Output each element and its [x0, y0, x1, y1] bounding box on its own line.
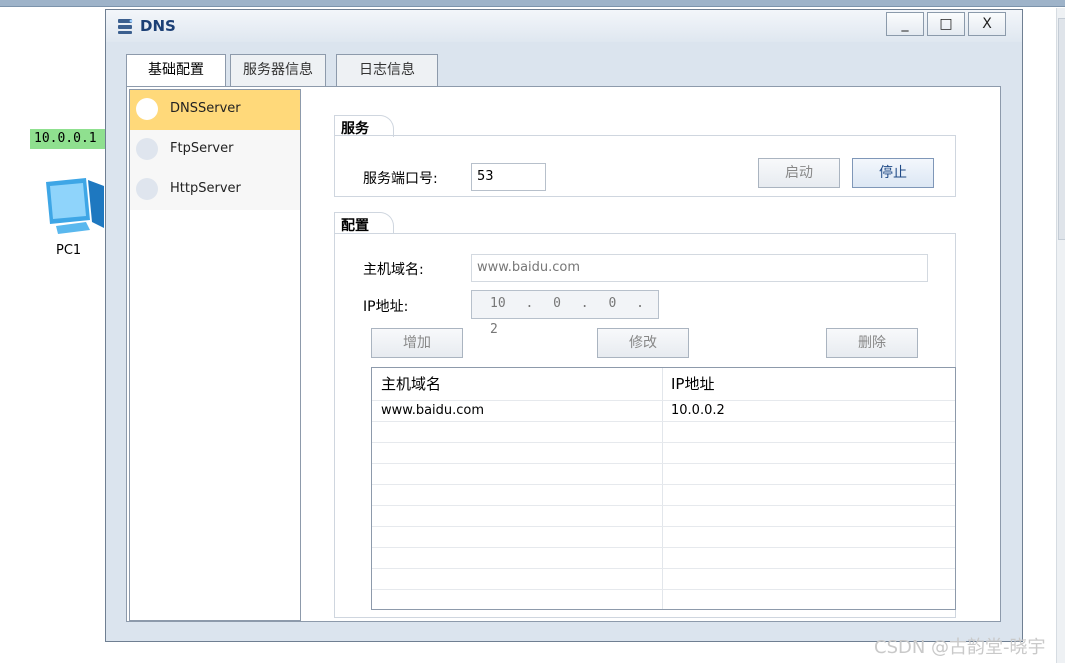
ip-dot: . — [525, 296, 534, 311]
title-bar[interactable]: DNS _ □ X — [106, 10, 1022, 42]
ip-octet-3: 0 — [608, 296, 617, 311]
cell-host: www.baidu.com — [381, 403, 485, 418]
table-row-empty — [372, 547, 955, 569]
tab-basic-config[interactable]: 基础配置 — [126, 54, 226, 88]
table-row-empty — [372, 463, 955, 485]
server-item-http[interactable]: HttpServer — [130, 170, 300, 210]
server-status-icon — [136, 178, 158, 200]
server-item-dns[interactable]: DNSServer — [130, 90, 300, 130]
table-row-empty — [372, 568, 955, 590]
minimize-button[interactable]: _ — [886, 12, 924, 36]
ip-dot: . — [580, 296, 589, 311]
port-input[interactable]: 53 — [471, 163, 546, 191]
host-input[interactable]: www.baidu.com — [471, 254, 928, 282]
table-row-empty — [372, 526, 955, 548]
dns-app-icon — [118, 19, 133, 34]
column-header-host[interactable]: 主机域名 — [372, 368, 662, 400]
table-row-empty — [372, 589, 955, 609]
close-button[interactable]: X — [968, 12, 1006, 36]
host-label: 主机域名: — [363, 262, 424, 278]
ip-dot: . — [636, 296, 644, 311]
server-item-ftp[interactable]: FtpServer — [130, 130, 300, 170]
tab-log-info[interactable]: 日志信息 — [336, 54, 438, 86]
tab-content-panel: DNSServer FtpServer HttpServer 服务 服务端口号:… — [126, 86, 1001, 622]
stop-button[interactable]: 停止 — [852, 158, 934, 188]
device-ip-label: 10.0.0.1 — [30, 129, 108, 149]
tab-server-info[interactable]: 服务器信息 — [230, 54, 326, 86]
ip-input[interactable]: 10 . 0 . 0 . 2 — [471, 290, 659, 337]
add-button[interactable]: 增加 — [371, 328, 463, 358]
pc-label: PC1 — [56, 243, 82, 258]
watermark: CSDN @古韵堂-晓宇 — [874, 637, 1046, 658]
table-row-empty — [372, 484, 955, 506]
server-item-label: DNSServer — [170, 101, 241, 116]
table-row-empty — [372, 505, 955, 527]
server-status-icon — [136, 138, 158, 160]
table-row-empty — [372, 421, 955, 443]
server-item-label: HttpServer — [170, 181, 241, 196]
column-header-ip[interactable]: IP地址 — [662, 368, 955, 400]
start-button[interactable]: 启动 — [758, 158, 840, 188]
desktop-scrollbar[interactable] — [1056, 8, 1065, 663]
ip-octet-1: 10 — [490, 296, 506, 311]
window-title: DNS — [140, 17, 176, 35]
table-row[interactable]: www.baidu.com 10.0.0.2 — [372, 400, 955, 422]
server-item-label: FtpServer — [170, 141, 234, 156]
config-group-label: 配置 — [334, 212, 394, 234]
dns-window: DNS _ □ X 基础配置 服务器信息 日志信息 DNSServer FtpS… — [105, 9, 1023, 642]
ip-octet-4: 2 — [490, 322, 498, 337]
table-row-empty — [372, 442, 955, 464]
cell-ip: 10.0.0.2 — [671, 403, 725, 418]
top-border-band — [0, 0, 1065, 7]
modify-button[interactable]: 修改 — [597, 328, 689, 358]
scrollbar-thumb[interactable] — [1058, 18, 1065, 240]
pc-icon[interactable] — [38, 176, 108, 240]
ip-octet-2: 0 — [553, 296, 561, 311]
server-list: DNSServer FtpServer HttpServer — [129, 89, 301, 621]
maximize-button[interactable]: □ — [927, 12, 965, 36]
server-status-icon — [136, 98, 158, 120]
service-group-label: 服务 — [334, 115, 394, 137]
ip-label: IP地址: — [363, 299, 409, 315]
port-label: 服务端口号: — [363, 171, 438, 187]
delete-button[interactable]: 删除 — [826, 328, 918, 358]
dns-record-table[interactable]: 主机域名 IP地址 www.baidu.com 10.0.0.2 — [371, 367, 956, 610]
